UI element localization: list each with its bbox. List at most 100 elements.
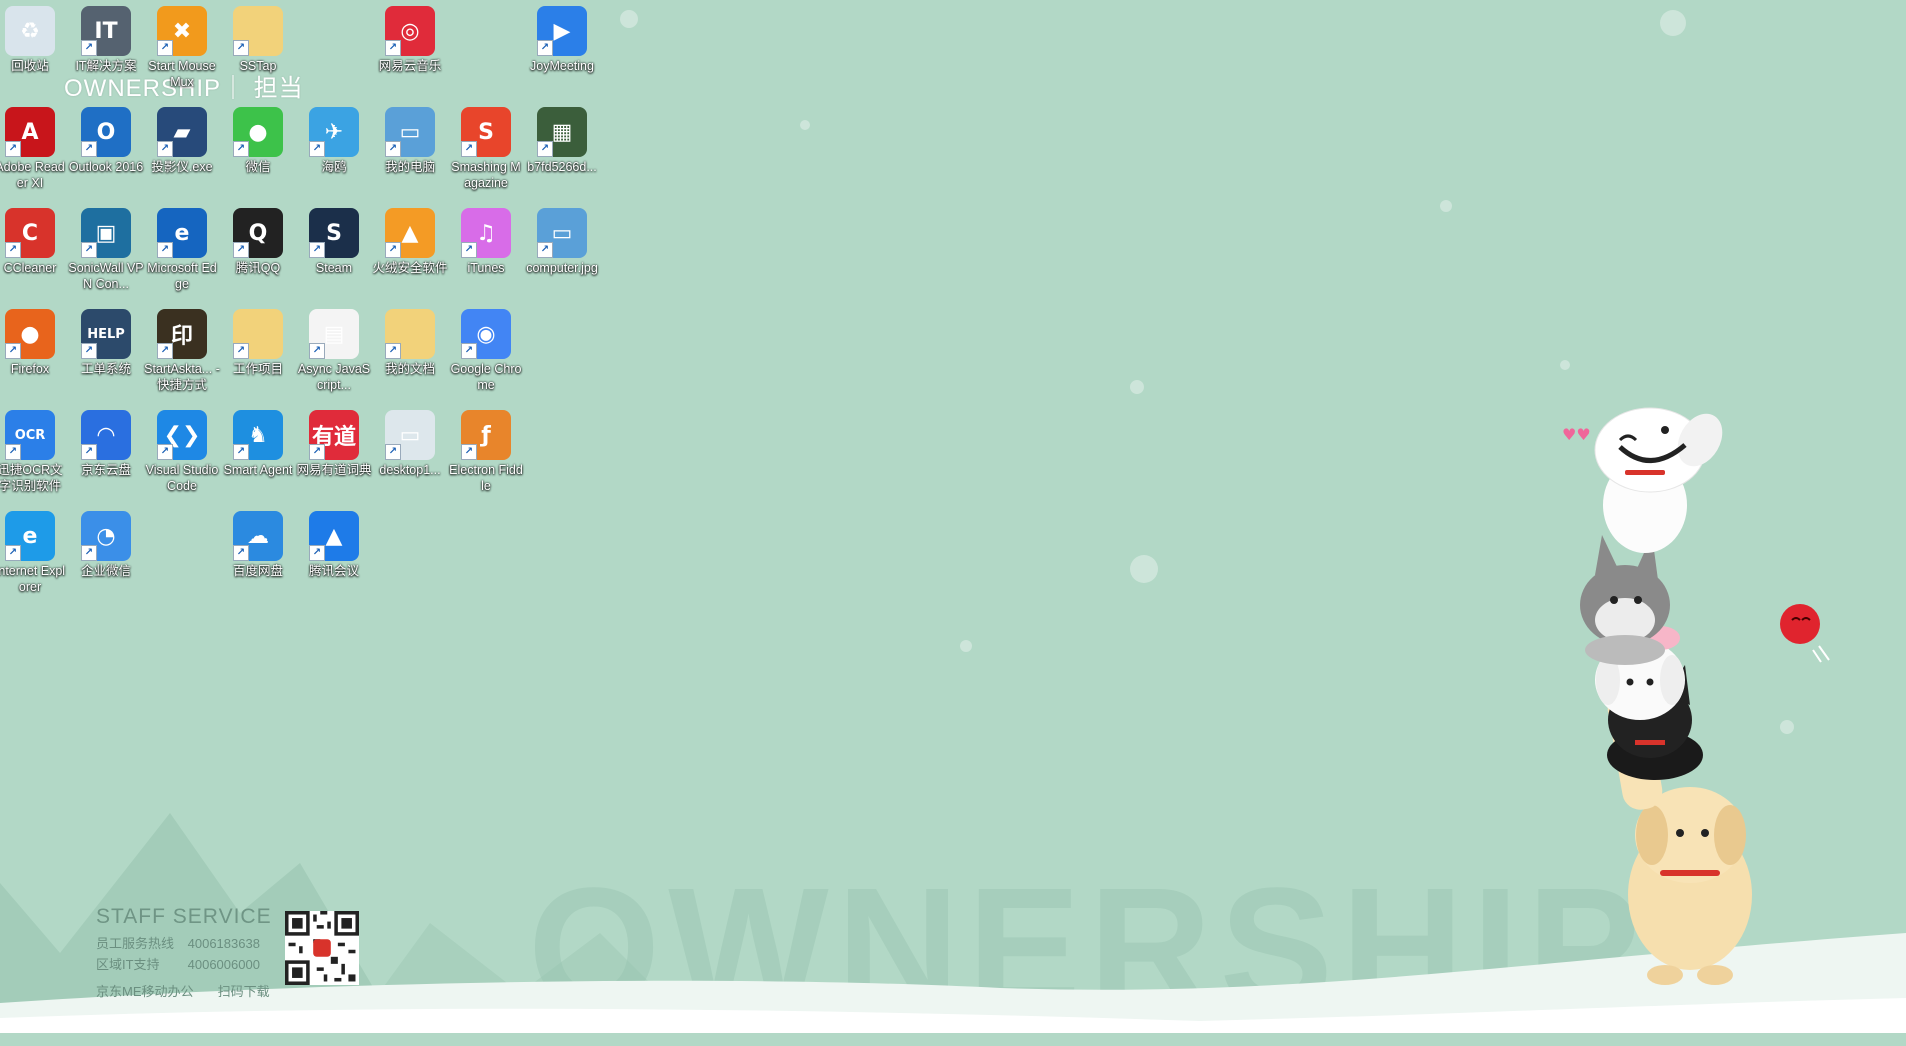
desktop-icon-label: 腾讯QQ: [235, 261, 281, 275]
desktop-icon-desktop-image[interactable]: ▭ ↗ desktop1...: [372, 410, 448, 478]
baidu-netdisk-icon: ☁ ↗: [233, 511, 283, 561]
desktop-icon-vscode[interactable]: ❮❯ ↗ Visual Studio Code: [144, 410, 220, 494]
shortcut-arrow-icon: ↗: [385, 242, 401, 258]
desktop-icon-work-folder[interactable]: ↗ 工作项目: [220, 309, 296, 377]
shortcut-arrow-icon: ↗: [5, 545, 21, 561]
desktop-icon-smart-agent[interactable]: ♞ ↗ Smart Agent: [220, 410, 296, 478]
shortcut-arrow-icon: ↗: [81, 343, 97, 359]
desktop-icon-label: Steam: [315, 261, 353, 275]
folder-icon: ↗: [233, 6, 283, 56]
desktop-icon-label: IT解决方案: [75, 59, 137, 73]
desktop-icon-tencent-meeting[interactable]: ▲ ↗ 腾讯会议: [296, 511, 372, 579]
desktop-icon-netease-music[interactable]: ◎ ↗ 网易云音乐: [372, 6, 448, 74]
desktop-icon-ccleaner[interactable]: C ↗ CCleaner: [0, 208, 68, 276]
shortcut-arrow-icon: ↗: [385, 40, 401, 56]
desktop-icon-electron-fiddle[interactable]: ƒ ↗ Electron Fiddle: [448, 410, 524, 494]
wechat-icon: ● ↗: [233, 107, 283, 157]
shortcut-arrow-icon: ↗: [537, 40, 553, 56]
desktop-icon-mousemux[interactable]: ✖ ↗ Start MouseMux: [144, 6, 220, 90]
desktop-icon-help-sign[interactable]: HELP ↗ 工单系统: [68, 309, 144, 377]
desktop-icon-wechat[interactable]: ● ↗ 微信: [220, 107, 296, 175]
shortcut-arrow-icon: ↗: [157, 444, 173, 460]
it-tool-icon: IT ↗: [81, 6, 131, 56]
desktop-icon-label: 工作项目: [232, 362, 283, 376]
smashing-magazine-icon: S ↗: [461, 107, 511, 157]
desktop-icon-firefox[interactable]: ● ↗ Firefox: [0, 309, 68, 377]
desktop-icon-label: 工单系统: [80, 362, 131, 376]
desktop-icon-label: computer.jpg: [526, 261, 598, 275]
desktop-icon-chrome[interactable]: ◉ ↗ Google Chrome: [448, 309, 524, 393]
jd-mascot-stack-illustration: ♥♥: [1562, 407, 1752, 985]
desktop-icon-label: 海鸥: [321, 160, 347, 174]
desktop-icon-ie[interactable]: e ↗ Internet Explorer: [0, 511, 68, 595]
desktop-icon-label: StartAskta... - 快捷方式: [144, 362, 220, 392]
desktop-icon-jd-cloud[interactable]: ◠ ↗ 京东云盘: [68, 410, 144, 478]
desktop-icon-edge-legacy[interactable]: e ↗ Microsoft Edge: [144, 208, 220, 292]
desktop-icon-startaskta[interactable]: 印 ↗ StartAskta... - 快捷方式: [144, 309, 220, 393]
desktop-icon-joymeeting[interactable]: ▶ ↗ JoyMeeting: [524, 6, 600, 74]
desktop-icon-wecom[interactable]: ◔ ↗ 企业微信: [68, 511, 144, 579]
desktop-icon-youdao-dict[interactable]: 有道 ↗ 网易有道词典: [296, 410, 372, 478]
desktop-icon-book[interactable]: ▤ ↗ Async JavaScript...: [296, 309, 372, 393]
staff-service-panel: STAFF SERVICE 员工服务热线 4006183638 区域IT支持 4…: [96, 905, 272, 1000]
desktop-icon-outlook[interactable]: O ↗ Outlook 2016: [68, 107, 144, 175]
ie-icon: e ↗: [5, 511, 55, 561]
shortcut-arrow-icon: ↗: [461, 242, 477, 258]
seagull-icon: ✈ ↗: [309, 107, 359, 157]
desktop-icon-qq[interactable]: Q ↗ 腾讯QQ: [220, 208, 296, 276]
shortcut-arrow-icon: ↗: [385, 141, 401, 157]
desktop-icon-projector[interactable]: ▰ ↗ 投影仪.exe: [144, 107, 220, 175]
projector-icon: ▰ ↗: [157, 107, 207, 157]
desktop-icon-it-tool[interactable]: IT ↗ IT解决方案: [68, 6, 144, 74]
desktop-icon-label: Start MouseMux: [148, 59, 216, 89]
shortcut-arrow-icon: ↗: [5, 343, 21, 359]
desktop-icon-documents-folder[interactable]: ↗ 我的文档: [372, 309, 448, 377]
hotline-number: 4006183638: [187, 936, 260, 951]
desktop-icon-seagull[interactable]: ✈ ↗ 海鸥: [296, 107, 372, 175]
shortcut-arrow-icon: ↗: [233, 242, 249, 258]
desktop-icon-steam[interactable]: S ↗ Steam: [296, 208, 372, 276]
shortcut-arrow-icon: ↗: [233, 343, 249, 359]
desktop-icon-label: 迅捷OCR文字识别软件: [0, 463, 63, 493]
svg-text:♥♥: ♥♥: [1562, 425, 1591, 444]
firefox-icon: ● ↗: [5, 309, 55, 359]
shortcut-arrow-icon: ↗: [233, 40, 249, 56]
jd-cloud-icon: ◠ ↗: [81, 410, 131, 460]
shortcut-arrow-icon: ↗: [5, 242, 21, 258]
red-ball-illustration: [1780, 604, 1830, 663]
desktop-icon-sonicwall-vpn[interactable]: ▣ ↗ SonicWall VPN Con...: [68, 208, 144, 292]
electron-fiddle-icon: ƒ ↗: [461, 410, 511, 460]
desktop-icon-label: 网易云音乐: [378, 59, 442, 73]
shortcut-arrow-icon: ↗: [81, 444, 97, 460]
desktop-icon-label: SonicWall VPN Con...: [68, 261, 144, 291]
desktop-icon-adobe-reader[interactable]: A ↗ Adobe Reader XI: [0, 107, 68, 191]
netease-music-icon: ◎ ↗: [385, 6, 435, 56]
shortcut-arrow-icon: ↗: [309, 545, 325, 561]
desktop-icon-computer-image[interactable]: ▭ ↗ computer.jpg: [524, 208, 600, 276]
shortcut-arrow-icon: ↗: [157, 242, 173, 258]
desktop-icon-itunes[interactable]: ♫ ↗ iTunes: [448, 208, 524, 276]
desktop-icon-my-computer[interactable]: ▭ ↗ 我的电脑: [372, 107, 448, 175]
image-file-icon: ▦ ↗: [537, 107, 587, 157]
shortcut-arrow-icon: ↗: [309, 242, 325, 258]
staff-service-title: STAFF SERVICE: [96, 905, 272, 928]
desktop-icon-recycle-bin[interactable]: ♻ 回收站: [0, 6, 68, 74]
desktop-icon-baidu-netdisk[interactable]: ☁ ↗ 百度网盘: [220, 511, 296, 579]
desktop-icon-label: 百度网盘: [232, 564, 283, 578]
desktop-image-icon: ▭ ↗: [385, 410, 435, 460]
desktop-icon-label: Visual Studio Code: [145, 463, 219, 493]
shortcut-arrow-icon: ↗: [461, 343, 477, 359]
computer-image-icon: ▭ ↗: [537, 208, 587, 258]
desktop-icon-label: 回收站: [11, 59, 49, 73]
desktop-icon-image-file[interactable]: ▦ ↗ b7fd5266d...: [524, 107, 600, 175]
desktop-icon-huorong[interactable]: ▲ ↗ 火绒安全软件: [372, 208, 448, 276]
desktop-icon-folder[interactable]: ↗ SSTap: [220, 6, 296, 74]
desktop-icon-smashing-magazine[interactable]: S ↗ Smashing Magazine: [448, 107, 524, 191]
shortcut-arrow-icon: ↗: [385, 343, 401, 359]
desktop-icon-label: Smart Agent: [223, 463, 293, 477]
scan-download-label: 扫码下载: [217, 984, 270, 999]
shortcut-arrow-icon: ↗: [233, 444, 249, 460]
it-support-number: 4006006000: [187, 957, 260, 972]
desktop-icon-ocr[interactable]: OCR ↗ 迅捷OCR文字识别软件: [0, 410, 68, 494]
itunes-icon: ♫ ↗: [461, 208, 511, 258]
